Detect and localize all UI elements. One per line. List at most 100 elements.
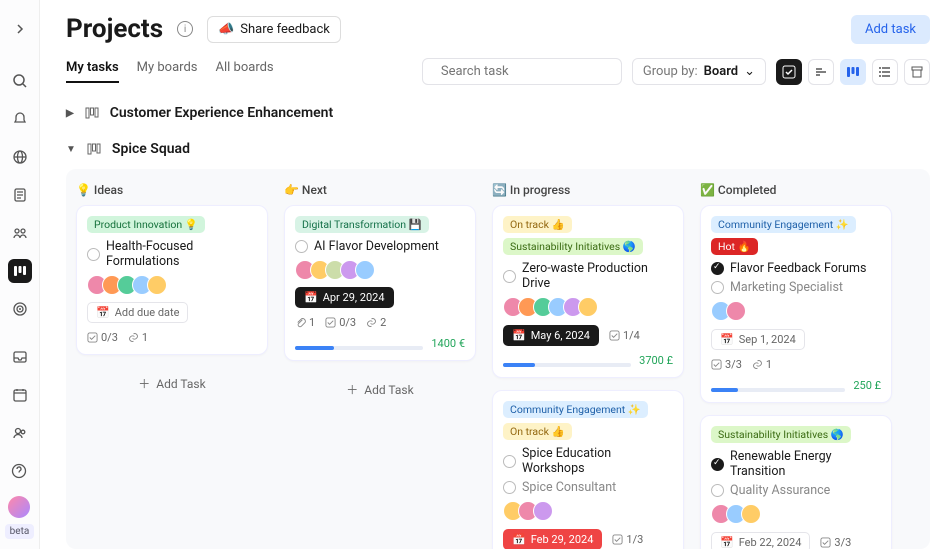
bell-icon[interactable] xyxy=(8,107,32,131)
task-card[interactable]: Community Engagement ✨ Hot 🔥 Flavor Feed… xyxy=(700,205,892,403)
group-by-label: Group by: xyxy=(643,64,698,79)
assignees xyxy=(711,504,881,524)
doc-icon[interactable] xyxy=(8,183,32,207)
chevron-down-icon: ▼ xyxy=(66,144,76,155)
chevron-right-icon: ▶ xyxy=(66,108,74,119)
view-archive-button[interactable] xyxy=(904,59,930,85)
assignees xyxy=(711,301,881,321)
check-icon[interactable] xyxy=(87,248,100,261)
column-completed: ✅ Completed Community Engagement ✨ Hot 🔥… xyxy=(700,183,892,535)
link-count: 1 xyxy=(752,358,772,371)
tab-my-boards[interactable]: My boards xyxy=(137,60,198,83)
section-spice-squad[interactable]: ▼ Spice Squad xyxy=(66,141,930,157)
column-header: 🔄 In progress xyxy=(492,183,684,197)
check-icon[interactable] xyxy=(503,270,516,283)
assignees xyxy=(87,275,257,295)
price: 250 £ xyxy=(853,379,881,392)
calendar-icon: 📅 xyxy=(720,536,734,549)
tab-my-tasks[interactable]: My tasks xyxy=(66,60,119,83)
task-card[interactable]: On track 👍 Sustainability Initiatives 🌎 … xyxy=(492,205,684,378)
task-title: Marketing Specialist xyxy=(730,280,843,295)
view-board-button[interactable] xyxy=(840,59,866,85)
check-icon[interactable] xyxy=(295,240,308,253)
link-count: 1 xyxy=(128,331,148,344)
search-input[interactable] xyxy=(441,64,607,79)
group-by-select[interactable]: Group by: Board ⌄ xyxy=(632,58,766,85)
help-icon[interactable] xyxy=(7,459,31,483)
due-date-pill[interactable]: 📅May 6, 2024 xyxy=(503,325,599,346)
assignees xyxy=(503,297,673,317)
kanban-icon xyxy=(84,105,100,121)
chevron-down-icon: ⌄ xyxy=(744,64,755,79)
kanban-icon xyxy=(86,141,102,157)
team-icon[interactable] xyxy=(8,421,32,445)
check-icon[interactable] xyxy=(711,281,724,294)
tab-all-boards[interactable]: All boards xyxy=(216,60,274,83)
task-card[interactable]: Product Innovation 💡 Health-Focused Form… xyxy=(76,205,268,355)
section-title: Customer Experience Enhancement xyxy=(110,105,333,121)
check-icon[interactable] xyxy=(503,455,516,468)
share-feedback-button[interactable]: 📣 Share feedback xyxy=(207,16,341,43)
calendar-icon: 📅 xyxy=(720,333,734,346)
task-title: Spice Education Workshops xyxy=(522,446,673,476)
task-title: Spice Consultant xyxy=(522,480,616,495)
view-check-button[interactable] xyxy=(776,59,802,85)
tag: Community Engagement ✨ xyxy=(503,401,648,418)
user-avatar[interactable] xyxy=(8,496,30,518)
column-header: 💡 Ideas xyxy=(76,183,268,197)
column-ideas: 💡 Ideas Product Innovation 💡 Health-Focu… xyxy=(76,183,268,535)
check-icon[interactable] xyxy=(711,484,724,497)
task-title: AI Flavor Development xyxy=(314,239,439,254)
subtask-count: 0/3 xyxy=(87,331,118,344)
left-sidebar: beta xyxy=(0,0,40,549)
due-date-pill[interactable]: 📅Apr 29, 2024 xyxy=(295,287,394,308)
globe-icon[interactable] xyxy=(8,145,32,169)
tag: Community Engagement ✨ xyxy=(711,216,856,233)
subtask-count: 1/3 xyxy=(612,533,643,546)
task-title: Renewable Energy Transition xyxy=(730,449,881,479)
assignees xyxy=(295,260,465,280)
column-header: ✅ Completed xyxy=(700,183,892,197)
due-date-pill[interactable]: 📅Feb 22, 2024 xyxy=(711,532,810,549)
plus-icon: ＋ xyxy=(346,381,358,398)
page-title: Projects xyxy=(66,14,163,44)
calendar-icon[interactable] xyxy=(8,383,32,407)
view-timeline-button[interactable] xyxy=(808,59,834,85)
add-task-column-button[interactable]: ＋Add Task xyxy=(284,373,476,406)
check-icon[interactable] xyxy=(711,262,724,275)
due-date-pill[interactable]: 📅Feb 29, 2024 xyxy=(503,529,602,549)
tag: Sustainability Initiatives 🌎 xyxy=(711,426,851,443)
task-title: Quality Assurance xyxy=(730,483,830,498)
expand-icon[interactable] xyxy=(8,17,32,41)
task-card[interactable]: Sustainability Initiatives 🌎 Renewable E… xyxy=(700,415,892,549)
group-by-value: Board xyxy=(704,64,738,79)
due-date-pill[interactable]: 📅Sep 1, 2024 xyxy=(711,329,805,350)
calendar-icon: 📅 xyxy=(304,291,318,304)
check-icon[interactable] xyxy=(711,458,724,471)
people-icon[interactable] xyxy=(8,221,32,245)
section-customer-experience[interactable]: ▶ Customer Experience Enhancement xyxy=(66,105,930,121)
search-icon[interactable] xyxy=(8,69,32,93)
search-input-wrap[interactable] xyxy=(422,58,622,85)
add-task-column-button[interactable]: ＋Add Task xyxy=(76,367,268,400)
due-date-button[interactable]: 📅Add due date xyxy=(87,302,188,323)
view-list-button[interactable] xyxy=(872,59,898,85)
task-title: Health-Focused Formulations xyxy=(106,239,257,269)
column-header: 👉 Next xyxy=(284,183,476,197)
tag: Product Innovation 💡 xyxy=(87,216,205,233)
add-task-button[interactable]: Add task xyxy=(851,15,930,44)
subtask-count: 3/3 xyxy=(711,358,742,371)
check-icon[interactable] xyxy=(503,481,516,494)
info-icon[interactable]: i xyxy=(177,21,193,37)
task-card[interactable]: Community Engagement ✨ On track 👍 Spice … xyxy=(492,390,684,549)
tag: On track 👍 xyxy=(503,423,572,440)
task-card[interactable]: Digital Transformation 💾 AI Flavor Devel… xyxy=(284,205,476,361)
main-area: Projects i 📣 Share feedback Add task My … xyxy=(40,0,950,549)
target-icon[interactable] xyxy=(8,297,32,321)
board-icon[interactable] xyxy=(8,259,32,283)
calendar-icon: 📅 xyxy=(512,533,526,546)
price: 3700 £ xyxy=(639,354,673,367)
price: 1400 € xyxy=(431,337,465,350)
inbox-icon[interactable] xyxy=(8,345,32,369)
calendar-icon: 📅 xyxy=(96,306,110,319)
